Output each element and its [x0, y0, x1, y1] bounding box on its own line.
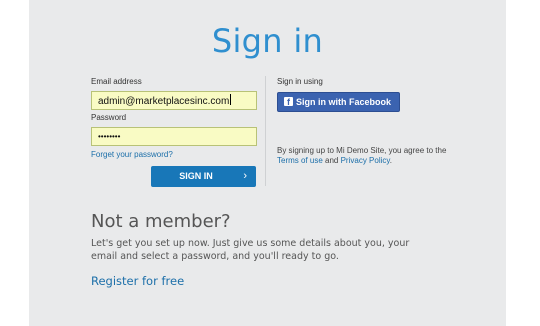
password-field[interactable]: ••••••••: [91, 127, 257, 146]
register-description: Let's get you set up now. Just give us s…: [91, 238, 410, 262]
facebook-signin-button[interactable]: f Sign in with Facebook: [277, 92, 400, 112]
not-a-member-heading: Not a member?: [91, 211, 231, 232]
facebook-button-label: Sign in with Facebook: [296, 97, 392, 107]
signin-panel: Sign in Email address admin@marketplaces…: [29, 0, 506, 326]
terms-prefix: By signing up to Mi Demo Site, you agree…: [277, 146, 447, 155]
page-title: Sign in: [211, 22, 324, 60]
email-value: admin@marketplacesinc.com: [98, 96, 230, 107]
forgot-password-link[interactable]: Forget your password?: [91, 150, 173, 159]
sign-in-button-label: SIGN IN: [179, 171, 213, 181]
facebook-icon: f: [284, 97, 293, 107]
terms-and: and: [322, 156, 341, 165]
password-value: ••••••••: [98, 132, 121, 141]
sign-in-button[interactable]: SIGN IN ›: [151, 166, 256, 187]
privacy-policy-link[interactable]: Privacy Policy: [341, 156, 390, 165]
email-field[interactable]: admin@marketplacesinc.com: [91, 91, 257, 110]
terms-text: By signing up to Mi Demo Site, you agree…: [277, 146, 457, 166]
chevron-right-icon: ›: [243, 170, 247, 182]
column-divider: [265, 76, 266, 186]
terms-suffix: .: [389, 156, 393, 165]
text-caret: [230, 94, 232, 105]
sign-in-using-label: Sign in using: [277, 77, 323, 86]
terms-of-use-link[interactable]: Terms of use: [277, 156, 323, 165]
password-label: Password: [91, 113, 127, 122]
register-link[interactable]: Register for free: [91, 274, 184, 288]
email-label: Email address: [91, 77, 142, 86]
